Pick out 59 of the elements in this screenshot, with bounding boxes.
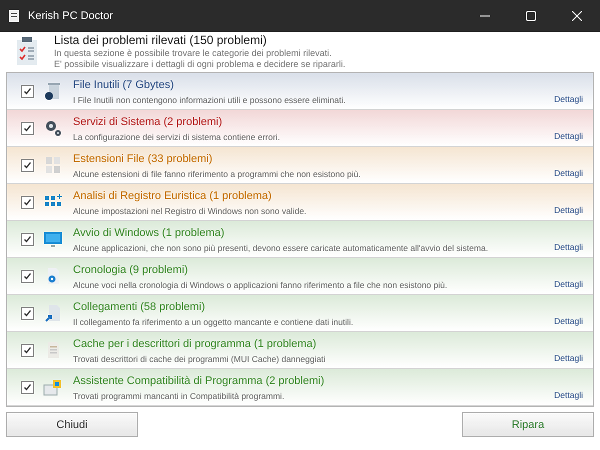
category-title: Collegamenti (58 problemi) xyxy=(73,300,206,312)
category-title: Cache per i descrittori di programma (1 problema) xyxy=(73,338,318,350)
category-description: Trovati descrittori di cache dei programmi (MUI Cache) danneggiati xyxy=(73,354,326,364)
category-title: Assistente Compatibilità di Programma (2 problemi) xyxy=(73,374,326,386)
clipboard-icon xyxy=(8,9,20,23)
shortcut-icon xyxy=(43,303,63,323)
header-title: Lista dei problemi rilevati (150 problemi) xyxy=(54,33,268,47)
details-link[interactable]: Dettagli xyxy=(554,316,583,326)
gears-icon xyxy=(43,118,63,138)
close-icon xyxy=(572,11,582,21)
category-description: Alcune estensioni di file fanno riferimento a programmi che non esistono più. xyxy=(73,168,362,178)
checkbox[interactable] xyxy=(21,158,34,172)
checkmark-icon xyxy=(23,308,32,318)
close-dialog-button[interactable]: Chiudi xyxy=(6,412,138,437)
category-title: Avvio di Windows (1 problema) xyxy=(73,226,226,238)
checkmark-icon xyxy=(23,272,32,280)
details-link[interactable]: Dettagli xyxy=(554,279,583,289)
category-description: La configurazione dei servizi di sistema contiene errori. xyxy=(73,132,281,142)
details-link[interactable]: Dettagli xyxy=(554,353,583,363)
checkmark-icon xyxy=(23,234,32,244)
category-description: Alcune applicazioni, che non sono più presenti, devono essere caricate automaticamente all'avvio del sistema. xyxy=(73,242,490,252)
checkbox[interactable] xyxy=(21,232,34,246)
category-title: File Inutili (7 Gbytes) xyxy=(73,78,175,90)
category-description: Trovati programmi mancanti in Compatibilità programmi. xyxy=(73,390,286,400)
checkmark-icon xyxy=(23,124,32,132)
details-link[interactable]: Dettagli xyxy=(554,205,583,215)
category-title: Servizi di Sistema (2 problemi) xyxy=(73,116,224,128)
category-title: Estensioni File (33 problemi) xyxy=(73,152,214,164)
checkmark-icon xyxy=(23,86,32,96)
checkmark-icon xyxy=(23,198,32,206)
details-link[interactable]: Dettagli xyxy=(554,390,583,400)
checkbox[interactable] xyxy=(21,196,34,208)
details-link[interactable]: Dettagli xyxy=(554,242,583,252)
checkbox[interactable] xyxy=(21,270,34,282)
checklist-icon xyxy=(16,36,38,66)
details-link[interactable]: Dettagli xyxy=(554,168,583,178)
category-description: I File Inutili non contengono informazioni utili e possono essere eliminati. xyxy=(73,94,347,104)
maximize-icon xyxy=(526,11,536,21)
repair-button[interactable]: Ripara xyxy=(462,412,594,437)
checkbox[interactable] xyxy=(21,122,34,134)
details-link[interactable]: Dettagli xyxy=(554,131,583,141)
details-link[interactable]: Dettagli xyxy=(554,94,583,104)
window-icon xyxy=(43,377,63,397)
window-title: Kerish PC Doctor xyxy=(28,10,114,22)
checkbox[interactable] xyxy=(21,84,34,98)
checkbox[interactable] xyxy=(21,306,34,320)
checkmark-icon xyxy=(23,346,32,354)
category-title: Analisi di Registro Euristica (1 problema) xyxy=(73,190,273,202)
header-description: E' possibile visualizzare i dettagli di ogni problema e decidere se ripararli. xyxy=(54,59,346,69)
category-description: Il collegamento fa riferimento a un oggetto mancante e contiene dati inutili. xyxy=(73,316,354,326)
checkbox[interactable] xyxy=(21,344,34,356)
header-description: In questa sezione è possibile trovare le categorie dei problemi rilevati. xyxy=(54,48,333,58)
monitor-icon xyxy=(43,229,63,249)
category-description: Alcune impostazioni nel Registro di Windows non sono valide. xyxy=(73,206,308,216)
checkmark-icon xyxy=(23,382,32,392)
checkmark-icon xyxy=(23,160,32,170)
checkbox[interactable] xyxy=(21,380,34,394)
category-description: Alcune voci nella cronologia di Windows o applicazioni fanno riferimento a file che non esistono più. xyxy=(73,280,448,290)
category-title: Cronologia (9 problemi) xyxy=(73,264,189,276)
